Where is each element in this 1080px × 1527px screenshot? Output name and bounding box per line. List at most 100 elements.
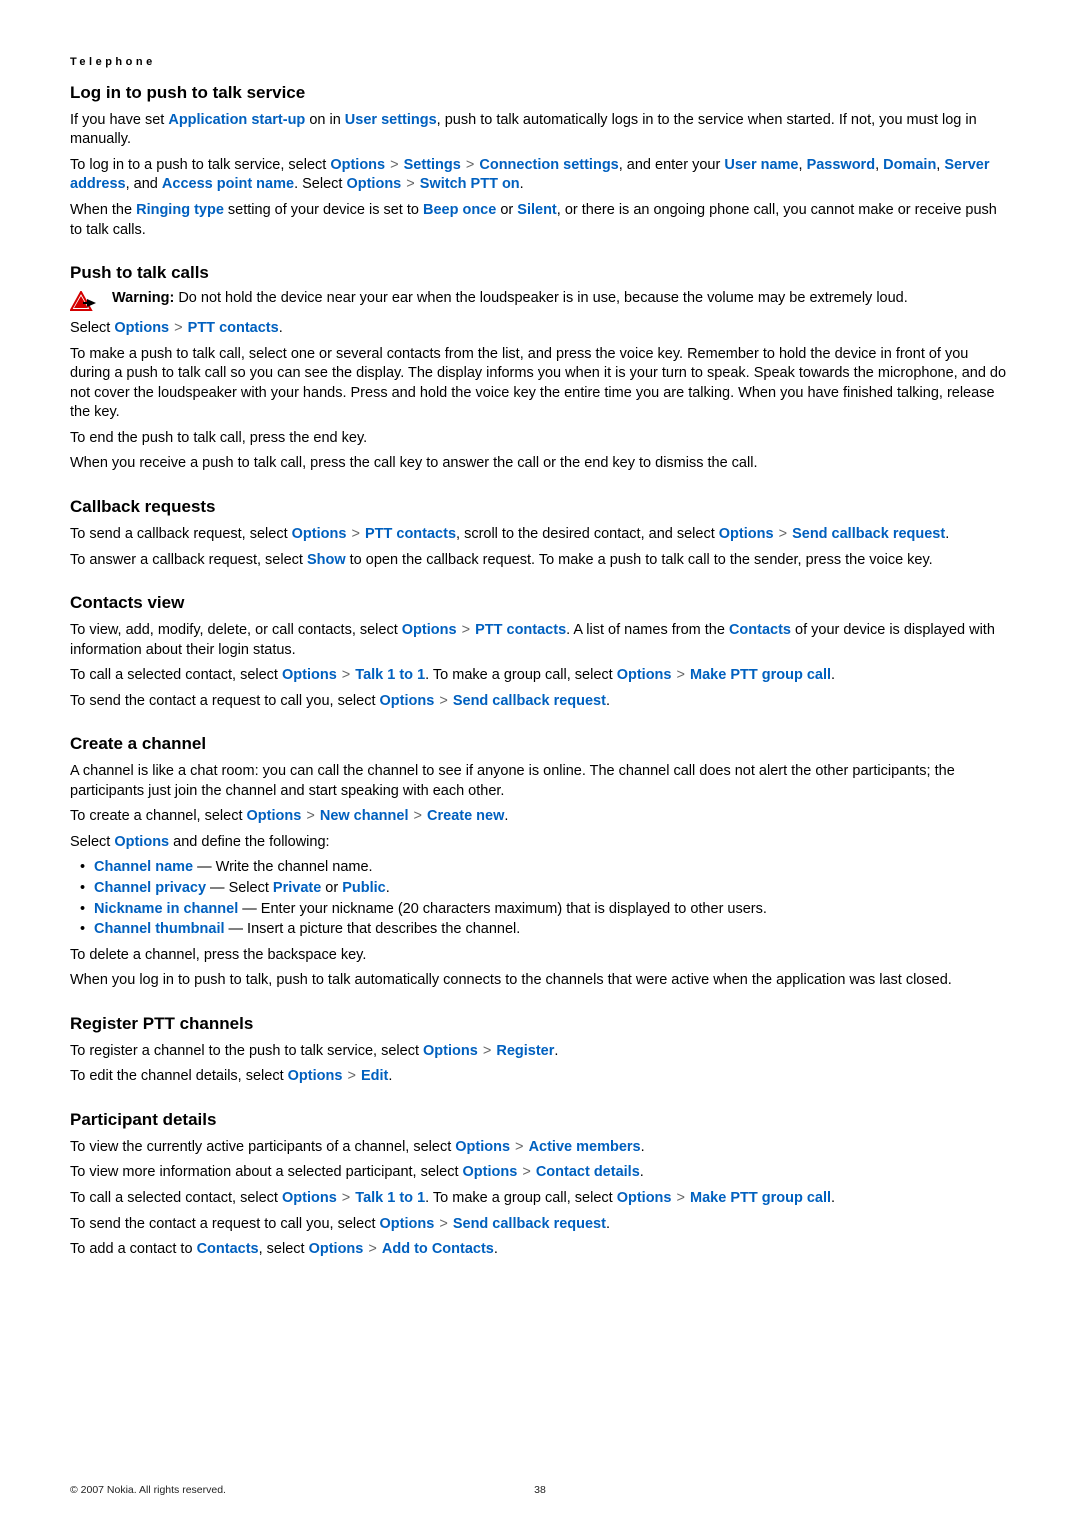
text-run: , and enter your bbox=[619, 157, 725, 173]
list-item: Nickname in channel — Enter your nicknam… bbox=[82, 900, 1010, 920]
ui-option: PTT contacts bbox=[188, 320, 279, 336]
chevron-icon: > bbox=[671, 1190, 690, 1206]
body-text: To end the push to talk call, press the … bbox=[70, 429, 1010, 449]
ui-option: Options bbox=[719, 526, 774, 542]
body-text: To make a push to talk call, select one … bbox=[70, 345, 1010, 423]
ui-option: Options bbox=[380, 693, 435, 709]
body-text: Select Options > PTT contacts. bbox=[70, 319, 1010, 339]
body-text: To send the contact a request to call yo… bbox=[70, 1215, 1010, 1235]
ui-option: Active members bbox=[529, 1139, 641, 1155]
chevron-icon: > bbox=[478, 1043, 497, 1059]
ui-option: Edit bbox=[361, 1068, 388, 1084]
text-run: When the bbox=[70, 202, 136, 218]
ui-option: Options bbox=[423, 1043, 478, 1059]
ui-option: Options bbox=[463, 1164, 518, 1180]
text-run: Do not hold the device near your ear whe… bbox=[178, 290, 907, 306]
ui-option: Make PTT group call bbox=[690, 1190, 831, 1206]
ui-option: Options bbox=[247, 808, 302, 824]
ui-option: Connection settings bbox=[479, 157, 618, 173]
ui-option: Channel thumbnail bbox=[94, 921, 225, 937]
heading-contacts-view: Contacts view bbox=[70, 592, 1010, 615]
chevron-icon: > bbox=[346, 526, 365, 542]
text-run: To answer a callback request, select bbox=[70, 552, 307, 568]
chevron-icon: > bbox=[337, 1190, 356, 1206]
ui-option: Options bbox=[288, 1068, 343, 1084]
body-text: When the Ringing type setting of your de… bbox=[70, 201, 1010, 240]
chevron-icon: > bbox=[510, 1139, 529, 1155]
ui-option: Send callback request bbox=[453, 693, 606, 709]
body-text: To log in to a push to talk service, sel… bbox=[70, 156, 1010, 195]
ui-option: PTT contacts bbox=[475, 622, 566, 638]
text-run: Select bbox=[70, 834, 114, 850]
text-run: To add a contact to bbox=[70, 1241, 197, 1257]
chevron-icon: > bbox=[461, 157, 480, 173]
text-run: , select bbox=[259, 1241, 309, 1257]
body-text: A channel is like a chat room: you can c… bbox=[70, 762, 1010, 801]
text-run: — Enter your nickname (20 characters max… bbox=[238, 901, 767, 917]
ui-option: New channel bbox=[320, 808, 409, 824]
list-item: Channel privacy — Select Private or Publ… bbox=[82, 879, 1010, 899]
ui-option: Private bbox=[273, 880, 321, 896]
ui-option: PTT contacts bbox=[365, 526, 456, 542]
body-text: To call a selected contact, select Optio… bbox=[70, 1189, 1010, 1209]
body-text: When you log in to push to talk, push to… bbox=[70, 971, 1010, 991]
body-text: To add a contact to Contacts, select Opt… bbox=[70, 1240, 1010, 1260]
ui-option: Register bbox=[496, 1043, 554, 1059]
body-text: When you receive a push to talk call, pr… bbox=[70, 454, 1010, 474]
copyright-text: © 2007 Nokia. All rights reserved. bbox=[70, 1484, 226, 1496]
ui-option: Make PTT group call bbox=[690, 667, 831, 683]
heading-ptt-calls: Push to talk calls bbox=[70, 262, 1010, 285]
ui-option: Options bbox=[114, 320, 169, 336]
list-item: Channel thumbnail — Insert a picture tha… bbox=[82, 920, 1010, 940]
ui-option: Add to Contacts bbox=[382, 1241, 494, 1257]
ui-option: User settings bbox=[345, 112, 437, 128]
text-run: — Write the channel name. bbox=[193, 859, 372, 875]
ui-option: Ringing type bbox=[136, 202, 224, 218]
body-text: Select Options and define the following: bbox=[70, 833, 1010, 853]
ui-option: Switch PTT on bbox=[420, 176, 520, 192]
chevron-icon: > bbox=[401, 176, 420, 192]
text-run: To create a channel, select bbox=[70, 808, 247, 824]
ui-option: Channel privacy bbox=[94, 880, 206, 896]
body-text: To create a channel, select Options > Ne… bbox=[70, 807, 1010, 827]
ui-option: Create new bbox=[427, 808, 504, 824]
body-text: To view, add, modify, delete, or call co… bbox=[70, 621, 1010, 660]
ui-option: Options bbox=[617, 667, 672, 683]
chevron-icon: > bbox=[457, 622, 476, 638]
text-run: To call a selected contact, select bbox=[70, 667, 282, 683]
text-run: — Insert a picture that describes the ch… bbox=[225, 921, 521, 937]
ui-option: Password bbox=[807, 157, 876, 173]
document-page: Telephone Log in to push to talk service… bbox=[0, 0, 1080, 1527]
ui-option: Options bbox=[346, 176, 401, 192]
ui-option: Options bbox=[292, 526, 347, 542]
text-run: or bbox=[321, 880, 342, 896]
ui-option: Options bbox=[402, 622, 457, 638]
ui-option: Nickname in channel bbox=[94, 901, 238, 917]
text-run: to open the callback request. To make a … bbox=[346, 552, 933, 568]
text-run: To edit the channel details, select bbox=[70, 1068, 288, 1084]
warning-row: Warning: Do not hold the device near you… bbox=[70, 289, 1010, 313]
ui-option: Show bbox=[307, 552, 346, 568]
ui-option: Access point name bbox=[162, 176, 294, 192]
ui-option: User name bbox=[724, 157, 798, 173]
text-run: setting of your device is set to bbox=[224, 202, 423, 218]
ui-option: Public bbox=[342, 880, 386, 896]
text-run: To send the contact a request to call yo… bbox=[70, 1216, 380, 1232]
text-run: . To make a group call, select bbox=[425, 1190, 617, 1206]
chapter-header: Telephone bbox=[70, 55, 1010, 70]
ui-option: Options bbox=[455, 1139, 510, 1155]
body-text: To view more information about a selecte… bbox=[70, 1163, 1010, 1183]
options-list: Channel name — Write the channel name. C… bbox=[70, 858, 1010, 939]
text-run: , scroll to the desired contact, and sel… bbox=[456, 526, 719, 542]
text-run: and define the following: bbox=[169, 834, 329, 850]
text-run: To register a channel to the push to tal… bbox=[70, 1043, 423, 1059]
chevron-icon: > bbox=[671, 667, 690, 683]
warning-text: Warning: Do not hold the device near you… bbox=[112, 289, 1010, 309]
text-run: . Select bbox=[294, 176, 346, 192]
ui-option: Talk 1 to 1 bbox=[355, 667, 425, 683]
heading-callback: Callback requests bbox=[70, 496, 1010, 519]
text-run: — Select bbox=[206, 880, 273, 896]
body-text: To delete a channel, press the backspace… bbox=[70, 946, 1010, 966]
ui-option: Options bbox=[282, 667, 337, 683]
chevron-icon: > bbox=[169, 320, 188, 336]
